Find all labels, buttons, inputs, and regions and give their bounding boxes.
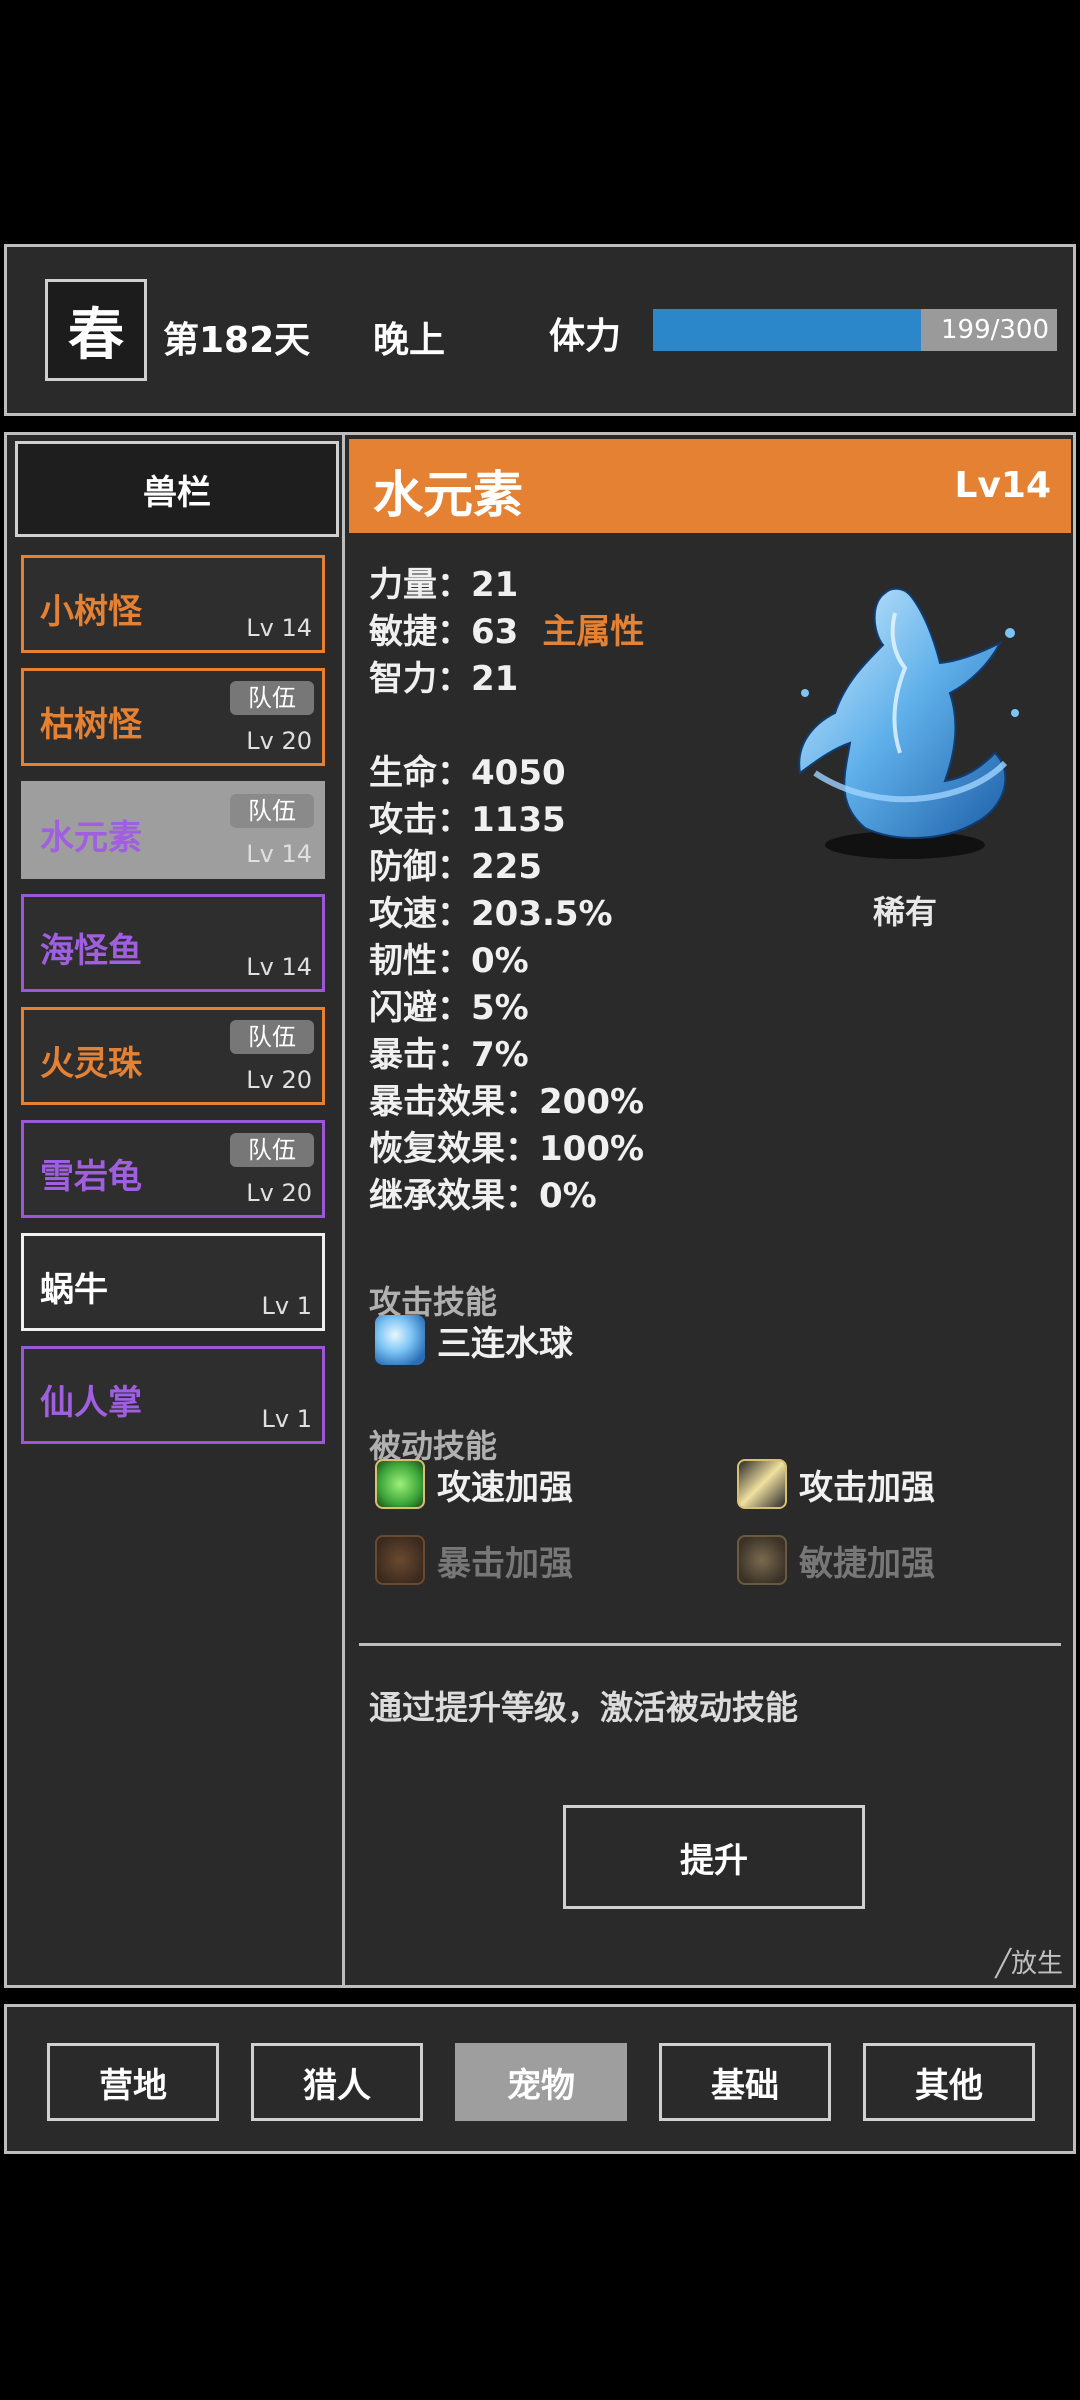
stat-attack-speed: 攻速：203.5% <box>369 894 613 934</box>
rarity-label: 稀有 <box>873 893 938 931</box>
season-badge: 春 <box>45 279 147 381</box>
pet-list-item[interactable]: 小树怪 Lv 14 <box>21 555 325 653</box>
pet-name: 海怪鱼 <box>40 931 142 971</box>
water-orb-icon <box>375 1315 425 1365</box>
stamina-bar-fill <box>653 309 921 351</box>
team-badge: 队伍 <box>230 681 314 715</box>
claw-icon <box>375 1535 425 1585</box>
pet-detail-level: Lv14 <box>954 465 1051 506</box>
divider <box>359 1643 1061 1646</box>
skill-name: 三连水球 <box>437 1323 573 1364</box>
pet-detail-header: 水元素 Lv14 <box>349 439 1071 533</box>
pet-list-item[interactable]: 蜗牛 Lv 1 <box>21 1233 325 1331</box>
pet-level: Lv 14 <box>246 614 312 642</box>
pet-level: Lv 20 <box>246 1066 312 1094</box>
attack-skill[interactable]: 三连水球 <box>375 1315 573 1365</box>
pet-list-panel: 兽栏 小树怪 Lv 14 枯树怪 队伍 Lv 20 水元素 队伍 Lv 14 海… <box>4 432 346 1988</box>
agi-icon <box>737 1535 787 1585</box>
pet-name: 小树怪 <box>40 592 142 632</box>
passive-skill[interactable]: 攻击加强 <box>737 1459 935 1509</box>
stat-agility: 敏捷：63 主属性 <box>369 604 644 653</box>
skill-name: 攻击加强 <box>799 1467 935 1508</box>
pet-name: 雪岩龟 <box>40 1157 142 1197</box>
pet-level: Lv 14 <box>246 953 312 981</box>
upgrade-hint: 通过提升等级，激活被动技能 <box>369 1688 798 1727</box>
pet-list-item[interactable]: 火灵珠 队伍 Lv 20 <box>21 1007 325 1105</box>
skill-name: 攻速加强 <box>437 1467 573 1508</box>
pet-detail-panel: 水元素 Lv14 力量：21 敏捷：63 主属性 智力：21 生命：4050 攻击… <box>342 432 1076 1988</box>
skill-name: 敏捷加强 <box>799 1543 935 1584</box>
passive-skill-locked[interactable]: 暴击加强 <box>375 1535 573 1585</box>
stamina-bar: 199/300 <box>653 309 1057 351</box>
team-badge: 队伍 <box>230 1133 314 1167</box>
passive-skill-locked[interactable]: 敏捷加强 <box>737 1535 935 1585</box>
stat-attack: 攻击：1135 <box>369 800 566 840</box>
pet-list-title: 兽栏 <box>15 441 339 537</box>
stamina-label: 体力 <box>549 316 622 357</box>
stat-agility-value: 敏捷：63 <box>369 612 519 652</box>
nav-hunter[interactable]: 猎人 <box>251 2043 423 2121</box>
pet-level: Lv 14 <box>246 840 312 868</box>
stat-intelligence: 智力：21 <box>369 659 519 699</box>
pet-name: 火灵珠 <box>40 1044 142 1084</box>
pet-name: 仙人掌 <box>40 1383 142 1423</box>
stamina-value: 199/300 <box>940 315 1049 345</box>
upgrade-button[interactable]: 提升 <box>563 1805 865 1909</box>
stat-strength: 力量：21 <box>369 565 519 605</box>
sword-icon <box>737 1459 787 1509</box>
pet-list-item[interactable]: 海怪鱼 Lv 14 <box>21 894 325 992</box>
status-bar: 春 第182天 晚上 体力 199/300 <box>4 244 1076 416</box>
bottom-nav: 营地 猎人 宠物 基础 其他 <box>4 2004 1076 2154</box>
pet-level: Lv 1 <box>261 1405 312 1433</box>
tornado-icon <box>375 1459 425 1509</box>
day-counter: 第182天 <box>163 320 311 361</box>
release-link[interactable]: ╱放生 <box>995 1943 1063 1980</box>
pet-name: 水元素 <box>40 818 142 858</box>
pet-level: Lv 20 <box>246 727 312 755</box>
pet-name: 枯树怪 <box>40 705 142 745</box>
pet-level: Lv 20 <box>246 1179 312 1207</box>
stat-dodge: 闪避：5% <box>369 988 529 1028</box>
stat-inherit-effect: 继承效果：0% <box>369 1176 597 1216</box>
pet-list-item[interactable]: 枯树怪 队伍 Lv 20 <box>21 668 325 766</box>
nav-camp[interactable]: 营地 <box>47 2043 219 2121</box>
pet-name: 蜗牛 <box>40 1270 108 1310</box>
passive-skill[interactable]: 攻速加强 <box>375 1459 573 1509</box>
time-of-day: 晚上 <box>373 320 446 361</box>
nav-basic[interactable]: 基础 <box>659 2043 831 2121</box>
stat-tenacity: 韧性：0% <box>369 941 529 981</box>
pet-list-item[interactable]: 仙人掌 Lv 1 <box>21 1346 325 1444</box>
stat-crit: 暴击：7% <box>369 1035 529 1075</box>
pet-detail-name: 水元素 <box>373 466 523 524</box>
skill-name: 暴击加强 <box>437 1543 573 1584</box>
pet-list-item-selected[interactable]: 水元素 队伍 Lv 14 <box>21 781 325 879</box>
team-badge: 队伍 <box>230 794 314 828</box>
nav-pets[interactable]: 宠物 <box>455 2043 627 2121</box>
nav-other[interactable]: 其他 <box>863 2043 1035 2121</box>
main-attribute-tag: 主属性 <box>542 612 645 652</box>
pet-portrait <box>798 587 1019 859</box>
stat-defense: 防御：225 <box>369 847 542 887</box>
stat-hp: 生命：4050 <box>369 753 566 793</box>
stat-recovery-effect: 恢复效果：100% <box>369 1129 645 1169</box>
pet-list-item[interactable]: 雪岩龟 队伍 Lv 20 <box>21 1120 325 1218</box>
pet-level: Lv 1 <box>261 1292 312 1320</box>
team-badge: 队伍 <box>230 1020 314 1054</box>
stat-crit-effect: 暴击效果：200% <box>369 1082 645 1122</box>
